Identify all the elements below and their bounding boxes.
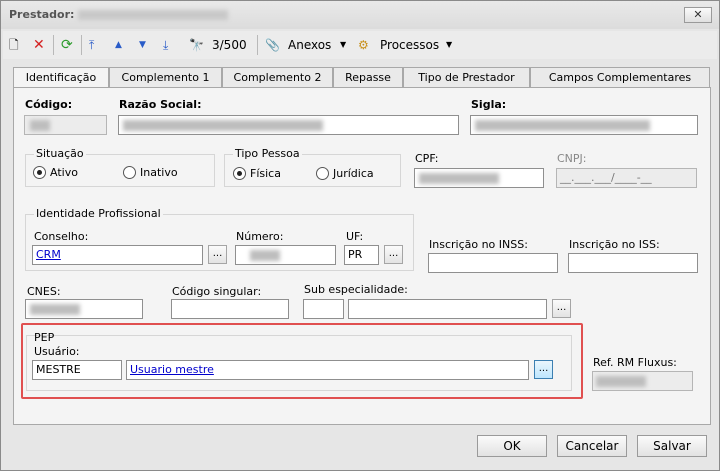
identidade-profissional-title: Identidade Profissional xyxy=(34,207,163,220)
tab-complemento-1[interactable]: Complemento 1 xyxy=(109,67,222,88)
sub-especialidade-label: Sub especialidade: xyxy=(304,283,408,296)
find-icon[interactable]: 🔭 xyxy=(189,35,204,55)
first-record-icon[interactable]: ⤒ xyxy=(89,35,94,55)
processos-dropdown-icon[interactable]: ▼ xyxy=(446,35,452,55)
sub-especialidade-lookup-button[interactable]: ... xyxy=(552,299,571,318)
attachment-icon[interactable]: 📎 xyxy=(265,35,280,55)
processos-menu[interactable]: Processos xyxy=(380,35,439,55)
uf-label: UF: xyxy=(346,230,364,243)
sigla-field[interactable] xyxy=(470,115,698,135)
juridica-radio[interactable] xyxy=(316,167,329,180)
cnpj-field[interactable]: __.___.___/____-__ xyxy=(556,168,697,188)
fisica-label: Física xyxy=(250,167,281,180)
prestador-window: Prestador: ✕ 🗋 ✕ ⟳ ⤒ ▲ ▼ ⤓ 🔭 3/500 📎 Ane… xyxy=(0,0,720,471)
codigo-field[interactable] xyxy=(24,115,107,135)
cancel-button[interactable]: Cancelar xyxy=(557,435,627,457)
save-button[interactable]: Salvar xyxy=(637,435,707,457)
window-title: Prestador: xyxy=(9,8,229,21)
last-record-icon[interactable]: ⤓ xyxy=(163,35,168,55)
anexos-menu[interactable]: Anexos xyxy=(288,35,331,55)
tab-campos-complementares[interactable]: Campos Complementares xyxy=(530,67,710,88)
numero-field[interactable] xyxy=(235,245,336,265)
refresh-icon[interactable]: ⟳ xyxy=(61,35,73,55)
ok-button[interactable]: OK xyxy=(477,435,547,457)
toolbar: 🗋 ✕ ⟳ ⤒ ▲ ▼ ⤓ 🔭 3/500 📎 Anexos ▼ ⚙ Proce… xyxy=(3,31,717,59)
razao-social-label: Razão Social: xyxy=(119,98,202,111)
codigo-label: Código: xyxy=(25,98,73,111)
sub-especialidade-name-field[interactable] xyxy=(348,299,547,319)
ativo-label: Ativo xyxy=(50,166,78,179)
codigo-singular-field[interactable] xyxy=(171,299,289,319)
previous-record-icon[interactable]: ▲ xyxy=(115,35,122,55)
conselho-value[interactable]: CRM xyxy=(36,248,61,261)
close-button[interactable]: ✕ xyxy=(684,7,712,23)
tab-identificacao[interactable]: Identificação xyxy=(13,67,109,89)
cnes-field[interactable] xyxy=(25,299,143,319)
situacao-title: Situação xyxy=(34,147,86,160)
title-bar: Prestador: ✕ xyxy=(1,1,719,29)
sub-especialidade-code-field[interactable] xyxy=(303,299,344,319)
juridica-label: Jurídica xyxy=(333,167,374,180)
codigo-singular-label: Código singular: xyxy=(172,285,262,298)
razao-social-field[interactable] xyxy=(118,115,459,135)
uf-lookup-button[interactable]: ... xyxy=(384,245,403,264)
highlight-annotation xyxy=(21,323,583,399)
next-record-icon[interactable]: ▼ xyxy=(139,35,146,55)
uf-field[interactable]: PR xyxy=(344,245,379,265)
inativo-radio[interactable] xyxy=(123,166,136,179)
iss-field[interactable] xyxy=(568,253,698,273)
cnpj-label: CNPJ: xyxy=(557,152,587,165)
ativo-radio[interactable] xyxy=(33,166,46,179)
tab-complemento-2[interactable]: Complemento 2 xyxy=(222,67,333,88)
record-counter: 3/500 xyxy=(212,38,247,52)
sigla-label: Sigla: xyxy=(471,98,507,111)
situacao-group: Situação Ativo Inativo xyxy=(25,147,215,187)
processes-icon[interactable]: ⚙ xyxy=(358,35,369,55)
conselho-lookup-button[interactable]: ... xyxy=(208,245,227,264)
iss-label: Inscrição no ISS: xyxy=(569,238,660,251)
numero-label: Número: xyxy=(236,230,284,243)
ref-rm-fluxus-field[interactable] xyxy=(592,371,693,391)
ref-rm-fluxus-label: Ref. RM Fluxus: xyxy=(593,356,677,369)
tipo-pessoa-title: Tipo Pessoa xyxy=(233,147,302,160)
new-record-icon[interactable]: 🗋 xyxy=(9,35,19,55)
tab-repasse[interactable]: Repasse xyxy=(333,67,403,88)
fisica-radio[interactable] xyxy=(233,167,246,180)
cpf-field[interactable] xyxy=(414,168,544,188)
cnes-label: CNES: xyxy=(27,285,61,298)
conselho-label: Conselho: xyxy=(34,230,89,243)
tab-tipo-prestador[interactable]: Tipo de Prestador xyxy=(403,67,530,88)
delete-icon[interactable]: ✕ xyxy=(33,35,45,55)
conselho-field[interactable]: CRM xyxy=(32,245,203,265)
tipo-pessoa-group: Tipo Pessoa Física Jurídica xyxy=(224,147,401,187)
inss-field[interactable] xyxy=(428,253,558,273)
inativo-label: Inativo xyxy=(140,166,178,179)
anexos-dropdown-icon[interactable]: ▼ xyxy=(340,35,346,55)
cpf-label: CPF: xyxy=(415,152,439,165)
inss-label: Inscrição no INSS: xyxy=(429,238,528,251)
